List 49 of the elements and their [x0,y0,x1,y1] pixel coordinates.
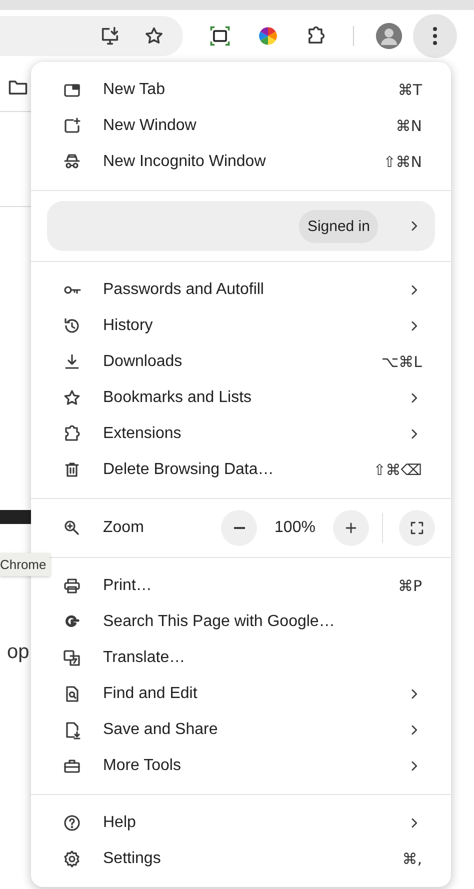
keyboard-shortcut: ⌘, [402,850,422,868]
zoom-label: Zoom [103,519,145,537]
menu-item[interactable]: Search This Page with Google… [31,604,451,640]
menu-item[interactable]: History [31,308,451,344]
translate-icon [62,648,82,668]
menu-button[interactable] [413,14,457,58]
menu-item[interactable]: Settings ⌘, [31,841,451,877]
keyboard-shortcut: ⌘P [398,577,422,595]
more-icon [433,27,437,45]
star-icon [62,388,82,408]
zoom-in-button[interactable] [333,510,369,546]
menu-item[interactable]: Delete Browsing Data… ⇧⌘⌫ [31,452,451,488]
menu-item[interactable]: Find and Edit [31,676,451,712]
avatar[interactable] [376,23,402,49]
menu-item[interactable]: Downloads ⌥⌘L [31,344,451,380]
keyboard-shortcut: ⌘T [398,81,422,99]
zoom-value: 100% [274,519,316,537]
menu-item[interactable]: New Window ⌘N [31,108,451,144]
keyboard-shortcut: ⌥⌘L [381,353,422,371]
keyboard-shortcut: ⇧⌘⌫ [373,461,422,479]
dark-bar [0,510,31,524]
fullscreen-icon [408,519,426,537]
screenshot-icon[interactable] [209,25,231,47]
keyboard-shortcut: ⇧⌘N [383,153,422,171]
menu-item[interactable]: Passwords and Autofill [31,272,451,308]
menu-item[interactable]: Bookmarks and Lists [31,380,451,416]
puzzle-icon [62,424,82,444]
address-bar[interactable] [0,16,183,56]
gear-icon [62,849,82,869]
menu-item[interactable]: More Tools [31,748,451,784]
tooltip: Chrome [0,553,50,576]
keyboard-shortcut: ⌘N [396,117,422,135]
color-wheel-icon[interactable] [257,25,279,47]
help-icon [62,813,82,833]
window-plus-icon [62,116,82,136]
profile-row[interactable]: Signed in [47,201,435,251]
page-text: op [7,641,30,664]
menu-item[interactable]: Translate… [31,640,451,676]
menu-item[interactable]: New Incognito Window ⇧⌘N [31,144,451,180]
signed-in-chip: Signed in [299,210,378,242]
minus-icon [234,527,244,529]
history-icon [62,316,82,336]
menu-item[interactable]: Save and Share [31,712,451,748]
menu-item[interactable]: Extensions [31,416,451,452]
fullscreen-button[interactable] [399,510,435,546]
menu-item[interactable]: Help [31,805,451,841]
printer-icon [62,576,82,596]
menu-item[interactable]: New Tab ⌘T [31,72,451,108]
install-icon [99,25,121,47]
